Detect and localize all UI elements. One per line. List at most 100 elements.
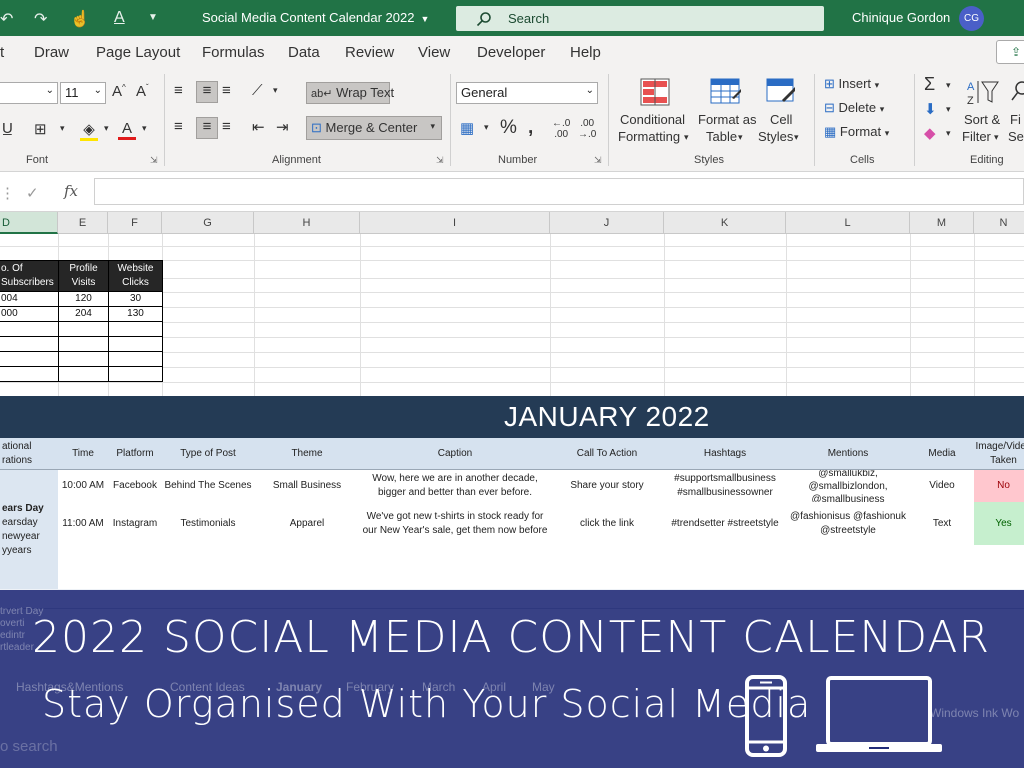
calendar-cell-caption[interactable]: Wow, here we are in another decade, bigg…: [360, 470, 551, 503]
tab-review[interactable]: Review: [345, 44, 394, 61]
chevron-down-icon[interactable]: ▾: [946, 128, 951, 139]
calendar-cell-theme[interactable]: Apparel: [254, 502, 361, 546]
calendar-cell-taken[interactable]: No: [974, 470, 1024, 503]
wrap-text-button[interactable]: ab↵ Wrap Text: [306, 82, 394, 104]
column-header-e[interactable]: E: [58, 212, 108, 234]
summary-cell[interactable]: [58, 366, 109, 382]
calendar-cell-hashtags[interactable]: #trendsetter #streetstyle: [664, 502, 787, 546]
align-left-icon[interactable]: ≡: [174, 118, 183, 135]
font-dialog-launcher-icon[interactable]: ⇲: [150, 155, 158, 166]
chevron-down-icon[interactable]: ▾: [484, 122, 489, 133]
column-header-l[interactable]: L: [786, 212, 910, 234]
tab-data[interactable]: Data: [288, 44, 320, 61]
summary-cell[interactable]: [0, 366, 59, 382]
summary-cell[interactable]: [108, 321, 163, 337]
chevron-down-icon[interactable]: ▾: [104, 123, 109, 134]
font-name-dropdown[interactable]: ⌄: [0, 82, 58, 104]
insert-function-icon[interactable]: fx: [64, 182, 78, 200]
alignment-dialog-launcher-icon[interactable]: ⇲: [436, 155, 444, 166]
calendar-cell-cta[interactable]: click the link: [550, 502, 665, 546]
font-color-icon[interactable]: A: [118, 120, 136, 140]
underline-icon[interactable]: U̲: [2, 120, 13, 137]
column-header-j[interactable]: J: [550, 212, 664, 234]
calendar-empty-row[interactable]: [58, 545, 1024, 560]
decrease-decimal-icon[interactable]: .00 →.0: [578, 118, 596, 140]
tab-draw[interactable]: Draw: [34, 44, 69, 61]
summary-cell[interactable]: [108, 366, 163, 382]
decrease-indent-icon[interactable]: ⇤: [252, 118, 265, 136]
observance-cell[interactable]: ears Day earsday newyear yyears: [0, 470, 59, 590]
column-header-f[interactable]: F: [108, 212, 162, 234]
comma-style-icon[interactable]: ,: [528, 117, 533, 139]
align-bottom-icon[interactable]: ≡: [222, 82, 231, 99]
chevron-down-icon[interactable]: ▾: [60, 123, 65, 134]
clear-icon[interactable]: ◆: [924, 124, 936, 142]
calendar-cell-type[interactable]: Behind The Scenes: [162, 470, 255, 503]
summary-cell[interactable]: [108, 336, 163, 352]
autosum-icon[interactable]: Σ: [924, 74, 935, 95]
document-title[interactable]: Social Media Content Calendar 2022 ▼: [202, 10, 429, 25]
increase-font-size-icon[interactable]: A^: [112, 83, 126, 100]
summary-cell[interactable]: 204: [58, 306, 109, 322]
summary-cell[interactable]: 130: [108, 306, 163, 322]
column-header-g[interactable]: G: [162, 212, 254, 234]
summary-cell[interactable]: [0, 351, 59, 367]
tab-view[interactable]: View: [418, 44, 450, 61]
percent-style-icon[interactable]: %: [500, 117, 517, 139]
calendar-cell-media[interactable]: Video: [910, 470, 975, 503]
calendar-cell-theme[interactable]: Small Business: [254, 470, 361, 503]
decrease-font-size-icon[interactable]: Aˇ: [136, 83, 149, 100]
increase-indent-icon[interactable]: ⇥: [276, 118, 289, 136]
calendar-empty-row[interactable]: [58, 573, 1024, 590]
summary-cell[interactable]: [108, 351, 163, 367]
customize-toolbar-icon[interactable]: ▼: [148, 12, 158, 23]
summary-cell[interactable]: [58, 321, 109, 337]
calendar-cell-type[interactable]: Testimonials: [162, 502, 255, 546]
formula-input[interactable]: [94, 178, 1024, 205]
tab-developer[interactable]: Developer: [477, 44, 545, 61]
redo-icon[interactable]: ↷: [34, 9, 47, 29]
calendar-cell-mentions[interactable]: @smallukbiz, @smallbizlondon, @smallbusi…: [786, 470, 911, 503]
touch-mode-icon[interactable]: ☝: [70, 9, 90, 29]
calendar-cell-time[interactable]: 10:00 AM: [58, 470, 109, 503]
tab-formulas[interactable]: Formulas: [202, 44, 265, 61]
chevron-down-icon[interactable]: ▾: [273, 85, 278, 96]
number-format-dropdown[interactable]: General ⌄: [456, 82, 598, 104]
font-size-dropdown[interactable]: 11 ⌄: [60, 82, 106, 104]
confirm-entry-icon[interactable]: ✓: [26, 184, 39, 202]
align-top-icon[interactable]: ≡: [174, 82, 183, 99]
column-header-i[interactable]: I: [360, 212, 550, 234]
column-header-n[interactable]: N: [974, 212, 1024, 234]
calendar-cell-taken[interactable]: Yes: [974, 502, 1024, 546]
number-dialog-launcher-icon[interactable]: ⇲: [594, 155, 602, 166]
taskbar-search[interactable]: o search: [0, 738, 58, 755]
user-name[interactable]: Chinique Gordon: [852, 10, 950, 25]
merge-center-button[interactable]: ⊡ Merge & Center ▾: [306, 116, 442, 140]
calendar-cell-platform[interactable]: Facebook: [108, 470, 163, 503]
tab-home-partial[interactable]: t: [0, 44, 4, 61]
search-box[interactable]: Search: [456, 6, 824, 31]
accounting-format-icon[interactable]: ▦: [460, 119, 474, 137]
calendar-cell-caption[interactable]: We've got new t-shirts in stock ready fo…: [360, 502, 551, 546]
calendar-cell-time[interactable]: 11:00 AM: [58, 502, 109, 546]
chevron-down-icon[interactable]: ▾: [142, 123, 147, 134]
align-middle-icon[interactable]: ≡: [196, 81, 218, 103]
orientation-icon[interactable]: ⟋: [252, 82, 263, 99]
tab-page-layout[interactable]: Page Layout: [96, 44, 180, 61]
calendar-empty-row[interactable]: [58, 559, 1024, 574]
format-button[interactable]: ▦ Format ▾: [824, 124, 889, 140]
summary-cell[interactable]: [58, 336, 109, 352]
column-header-h[interactable]: H: [254, 212, 360, 234]
borders-icon[interactable]: ⊞: [34, 120, 47, 138]
calendar-cell-mentions[interactable]: @fashionisus @fashionuk @streetstyle: [786, 502, 911, 546]
insert-button[interactable]: ⊞ Insert ▾: [824, 76, 879, 92]
cancel-entry-icon[interactable]: ⋮: [0, 184, 15, 202]
column-header-m[interactable]: M: [910, 212, 974, 234]
chevron-down-icon[interactable]: ▾: [946, 104, 951, 115]
delete-button[interactable]: ⊟ Delete ▾: [824, 100, 884, 116]
summary-cell[interactable]: 004: [0, 291, 59, 307]
column-header-d[interactable]: D: [0, 212, 58, 234]
calendar-cell-media[interactable]: Text: [910, 502, 975, 546]
calendar-cell-hashtags[interactable]: #supportsmallbusiness #smallbusinessowne…: [664, 470, 787, 503]
align-center-icon[interactable]: ≡: [196, 117, 218, 139]
